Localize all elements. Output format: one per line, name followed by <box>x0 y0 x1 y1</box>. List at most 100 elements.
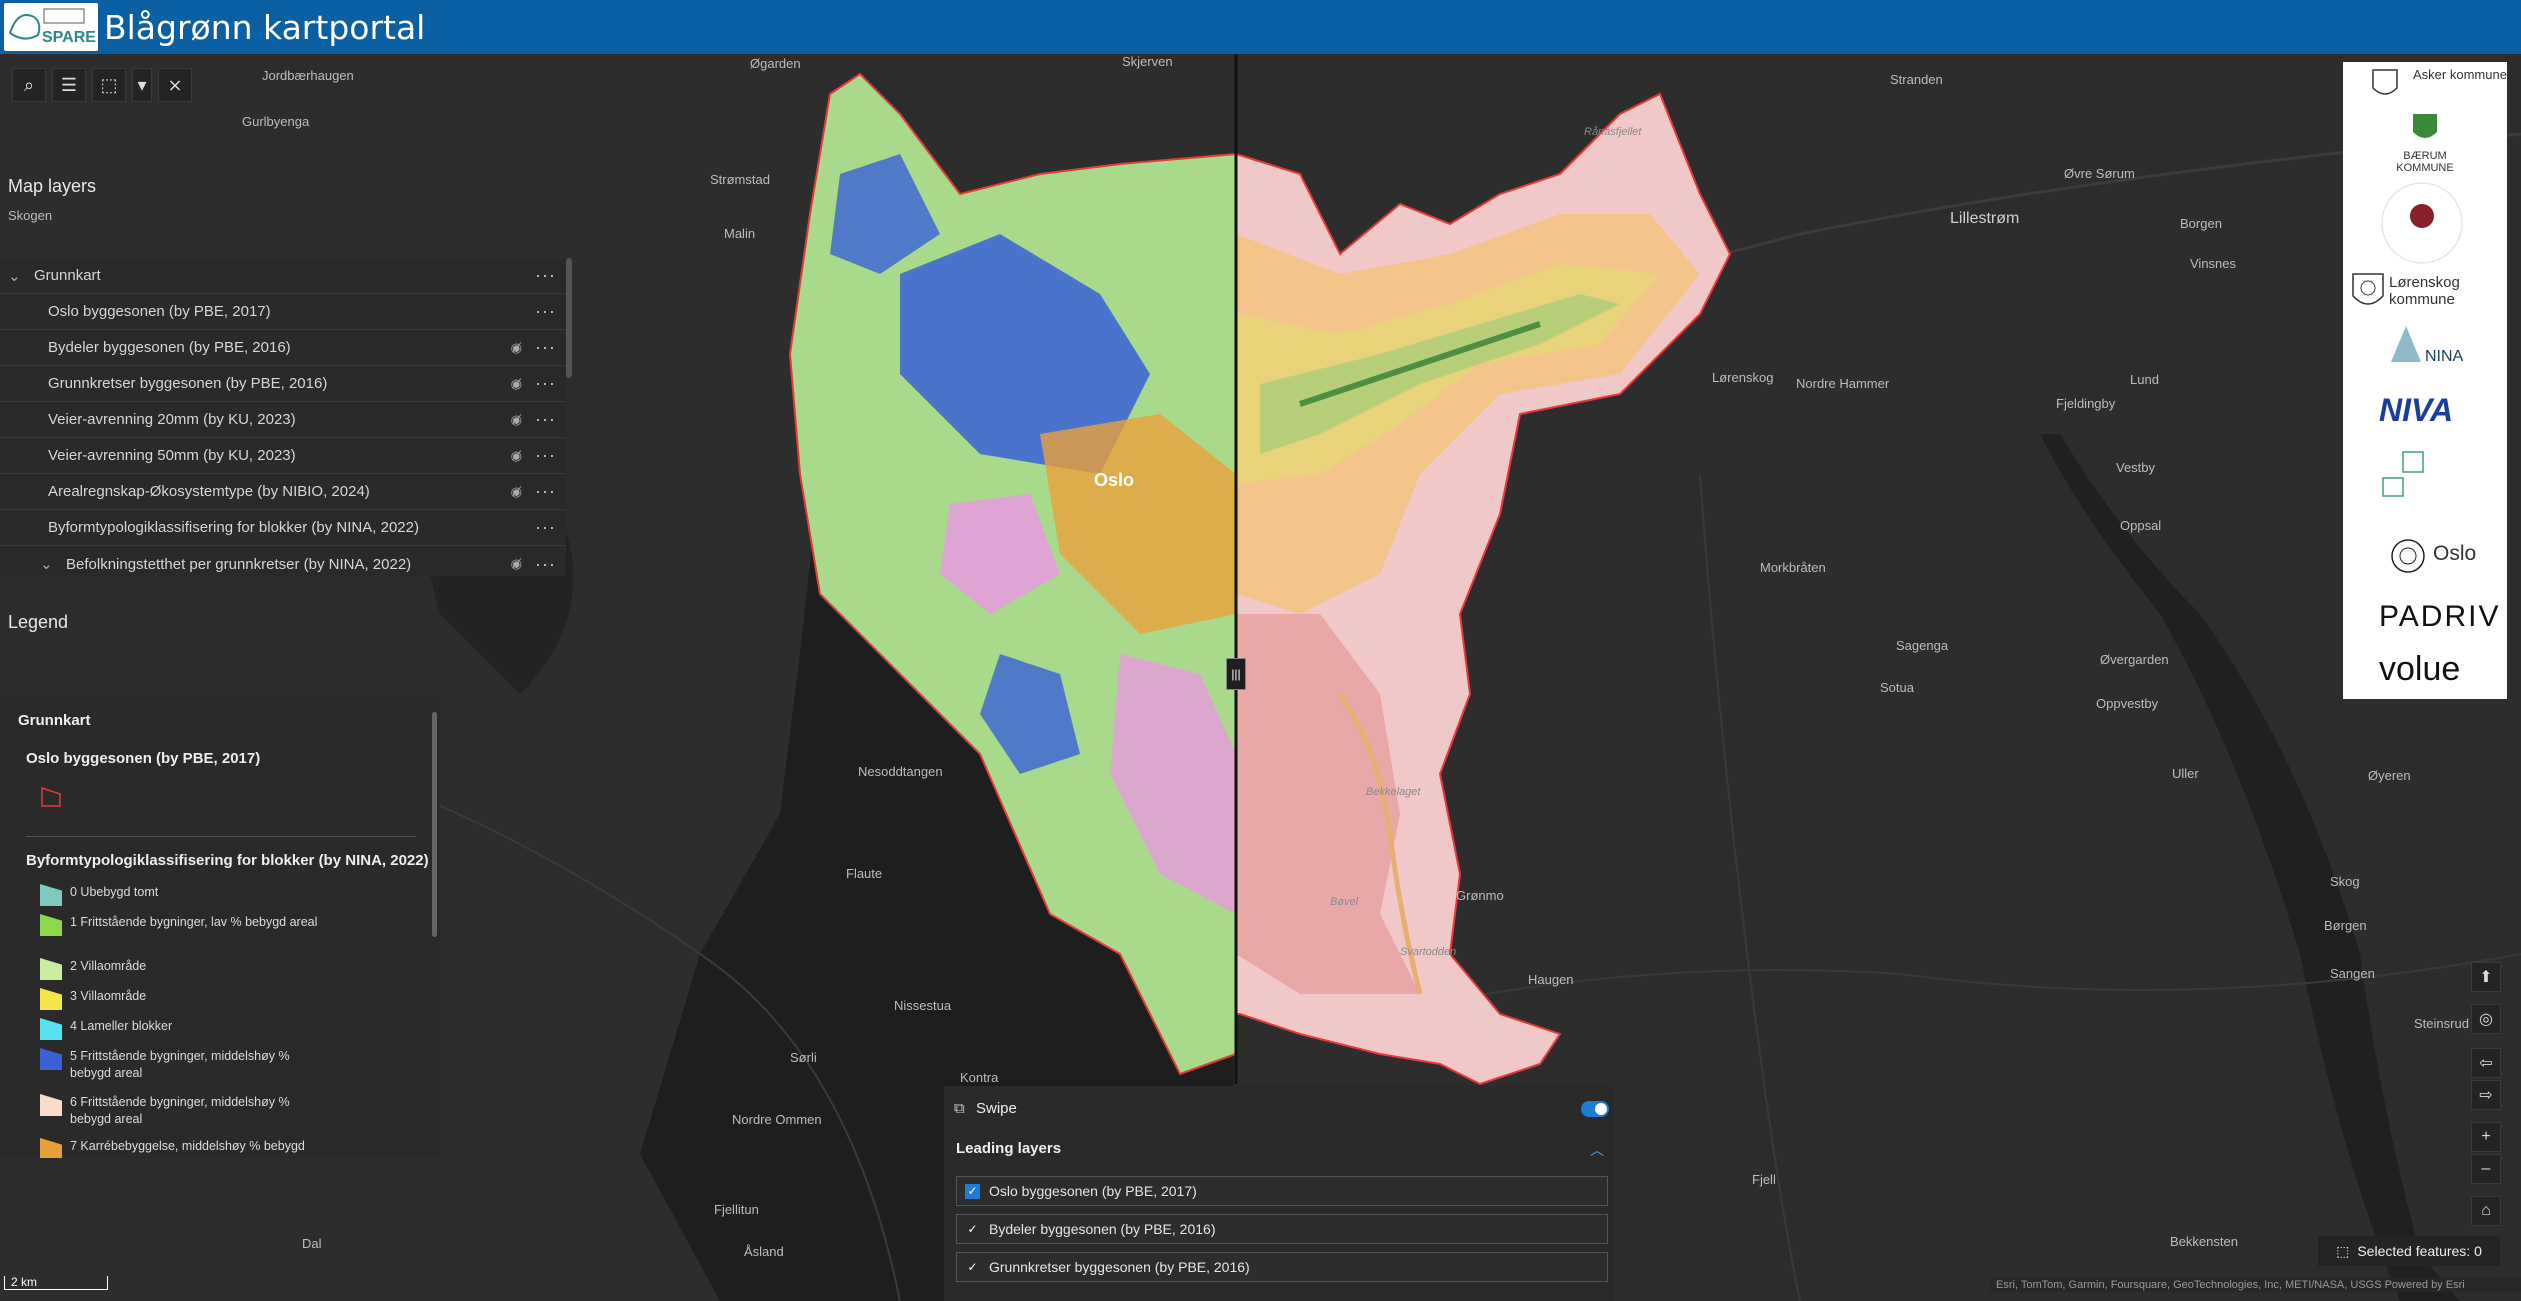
logo-lorenskog: Lørenskog kommune <box>2389 274 2460 308</box>
place-label: Nissestua <box>894 998 952 1013</box>
back-icon[interactable]: ⇦ <box>2471 1048 2501 1078</box>
swipe-layer-row[interactable]: ✓ Bydeler byggesonen (by PBE, 2016) <box>956 1214 1608 1244</box>
oslo-crest-icon <box>2391 539 2425 573</box>
legend-item: 1 Frittstående bygninger, lav % bebygd a… <box>40 914 330 936</box>
boundary-symbol-icon <box>41 786 61 807</box>
home-icon[interactable]: ⌂ <box>2471 1196 2501 1226</box>
visibility-off-icon[interactable]: ◉̸ <box>511 412 522 428</box>
app-title: Blågrønn kartportal <box>104 7 426 47</box>
checkbox-checked-icon[interactable]: ✓ <box>965 1184 980 1199</box>
select-icon[interactable]: ⬚ <box>92 68 126 102</box>
place-label: Skjerven <box>1122 54 1173 69</box>
place-label: Øvre Sørum <box>2064 166 2135 181</box>
forward-icon[interactable]: ⇨ <box>2471 1080 2501 1110</box>
place-label: Oppvestby <box>2096 696 2159 711</box>
place-label: Strømstad <box>710 172 770 187</box>
logo-asker: Asker kommune <box>2413 67 2507 82</box>
app-logo: SPARE <box>4 3 98 51</box>
more-options-icon[interactable]: ··· <box>535 373 556 394</box>
legend-item: 5 Frittstående bygninger, middelshøy % b… <box>40 1048 330 1082</box>
more-options-icon[interactable]: ··· <box>535 481 556 502</box>
layer-item[interactable]: Grunnkretser byggesonen (by PBE, 2016) ◉… <box>0 366 566 402</box>
map-layers-title: Map layers <box>8 176 97 196</box>
swatch-icon <box>40 914 62 936</box>
layer-item-label: Arealregnskap-Økosystemtype (by NIBIO, 2… <box>48 483 370 500</box>
visibility-off-icon[interactable]: ◉̸ <box>511 484 522 500</box>
place-label: Sagenga <box>1896 638 1949 653</box>
search-icon[interactable]: ⌕ <box>12 68 46 102</box>
compass-icon[interactable]: ⬆ <box>2471 962 2501 992</box>
layer-list-icon[interactable]: ☰ <box>52 68 86 102</box>
swipe-layer-row[interactable]: ✓ Oslo byggesonen (by PBE, 2017) <box>956 1176 1608 1206</box>
logo-niva: NIVA <box>2379 392 2454 428</box>
clear-selection-icon[interactable]: ⨯ <box>158 68 192 102</box>
more-options-icon[interactable]: ··· <box>535 337 556 358</box>
legend-layer-title: Oslo byggesonen (by PBE, 2017) <box>26 750 261 767</box>
swipe-layer-label: Bydeler byggesonen (by PBE, 2016) <box>989 1221 1216 1237</box>
scale-bar: 2 km <box>4 1276 108 1290</box>
place-label: Øvergarden <box>2100 652 2169 667</box>
visibility-off-icon[interactable]: ◉̸ <box>511 448 522 464</box>
layer-item[interactable]: Veier-avrenning 20mm (by KU, 2023) ◉̸ ··… <box>0 402 566 438</box>
legend-item: 0 Ubebygd tomt <box>40 884 330 906</box>
checkmark-icon[interactable]: ✓ <box>965 1222 980 1237</box>
swatch-icon <box>40 1018 62 1040</box>
legend-item: 2 Villaområde <box>40 958 330 980</box>
place-label: Vestby <box>2116 460 2156 475</box>
place-label: Jordbærhaugen <box>262 68 354 83</box>
layer-item[interactable]: ⌄ Befolkningstetthet per grunnkretser (b… <box>0 546 566 582</box>
swipe-toggle[interactable] <box>1581 1101 1609 1117</box>
selected-features-button[interactable]: ⬚ Selected features: 0 <box>2318 1236 2500 1266</box>
more-options-icon[interactable]: ··· <box>535 265 556 286</box>
swipe-layer-row[interactable]: ✓ Grunnkretser byggesonen (by PBE, 2016) <box>956 1252 1608 1282</box>
place-label: Stranden <box>1890 72 1943 87</box>
legend-item: 4 Lameller blokker <box>40 1018 330 1040</box>
more-options-icon[interactable]: ··· <box>535 301 556 322</box>
asker-crest-icon <box>2372 69 2398 95</box>
layer-item[interactable]: Veier-avrenning 50mm (by KU, 2023) ◉̸ ··… <box>0 438 566 474</box>
legend-item: 6 Frittstående bygninger, middelshøy % b… <box>40 1094 330 1128</box>
legend-item: 3 Villaområde <box>40 988 330 1010</box>
locate-icon[interactable]: ◎ <box>2471 1004 2501 1034</box>
more-options-icon[interactable]: ··· <box>535 409 556 430</box>
partner-logos: Asker kommune BÆRUM KOMMUNE Lørenskog ko… <box>2343 62 2507 699</box>
more-options-icon[interactable]: ··· <box>535 517 556 538</box>
layers-scrollbar[interactable] <box>566 258 572 378</box>
zoom-in-button[interactable]: + <box>2471 1122 2501 1152</box>
logo-padriv: PADRIV <box>2379 600 2501 633</box>
road <box>1699 473 1801 1301</box>
legend-scrollbar[interactable] <box>432 712 437 937</box>
more-options-icon[interactable]: ··· <box>535 445 556 466</box>
zoom-out-button[interactable]: – <box>2471 1154 2501 1184</box>
chevron-up-icon[interactable]: ︿ <box>1590 1140 1604 1160</box>
university-seal-icon <box>2381 182 2463 264</box>
place-label: Skog <box>2330 874 2360 889</box>
chevron-down-icon[interactable]: ⌄ <box>8 267 21 285</box>
more-options-icon[interactable]: ··· <box>535 554 556 575</box>
swipe-handle[interactable]: ||| <box>1226 658 1246 690</box>
layer-group-grunnkart[interactable]: ⌄ Grunnkart ··· <box>0 258 566 294</box>
place-label: Nesoddtangen <box>858 764 943 779</box>
legend-item: 7 Karrébebyggelse, middelshøy % bebygd <box>40 1138 330 1158</box>
leading-layers-label: Leading layers <box>956 1140 1062 1157</box>
logo-volue: volue <box>2379 650 2461 688</box>
legend-divider <box>26 836 416 837</box>
place-label: Bøvel <box>1330 896 1359 908</box>
legend-layer-title: Byformtypologiklassifisering for blokker… <box>26 852 429 869</box>
place-label: Steinsrud <box>2414 1016 2469 1031</box>
visibility-off-icon[interactable]: ◉̸ <box>511 376 522 392</box>
layer-item-label: Veier-avrenning 20mm (by KU, 2023) <box>48 411 296 428</box>
layer-item[interactable]: Byformtypologiklassifisering for blokker… <box>0 510 566 546</box>
swipe-panel: ⧉ Swipe Leading layers ︿ ✓ Oslo byggeson… <box>944 1086 1614 1301</box>
nmbu-mark-icon <box>2382 451 2424 497</box>
layer-item[interactable]: Arealregnskap-Økosystemtype (by NIBIO, 2… <box>0 474 566 510</box>
layer-item[interactable]: Oslo byggesonen (by PBE, 2017) ··· <box>0 294 566 330</box>
visibility-off-icon[interactable]: ◉̸ <box>511 340 522 356</box>
visibility-off-icon[interactable]: ◉̸ <box>511 556 522 572</box>
checkmark-icon[interactable]: ✓ <box>965 1260 980 1275</box>
logo-oslo: Oslo <box>2433 542 2477 565</box>
chevron-down-icon[interactable]: ⌄ <box>40 555 53 573</box>
chevron-down-icon[interactable]: ▾ <box>132 68 152 102</box>
layer-item[interactable]: Bydeler byggesonen (by PBE, 2016) ◉̸ ··· <box>0 330 566 366</box>
legend-group-label: Grunnkart <box>18 712 91 729</box>
